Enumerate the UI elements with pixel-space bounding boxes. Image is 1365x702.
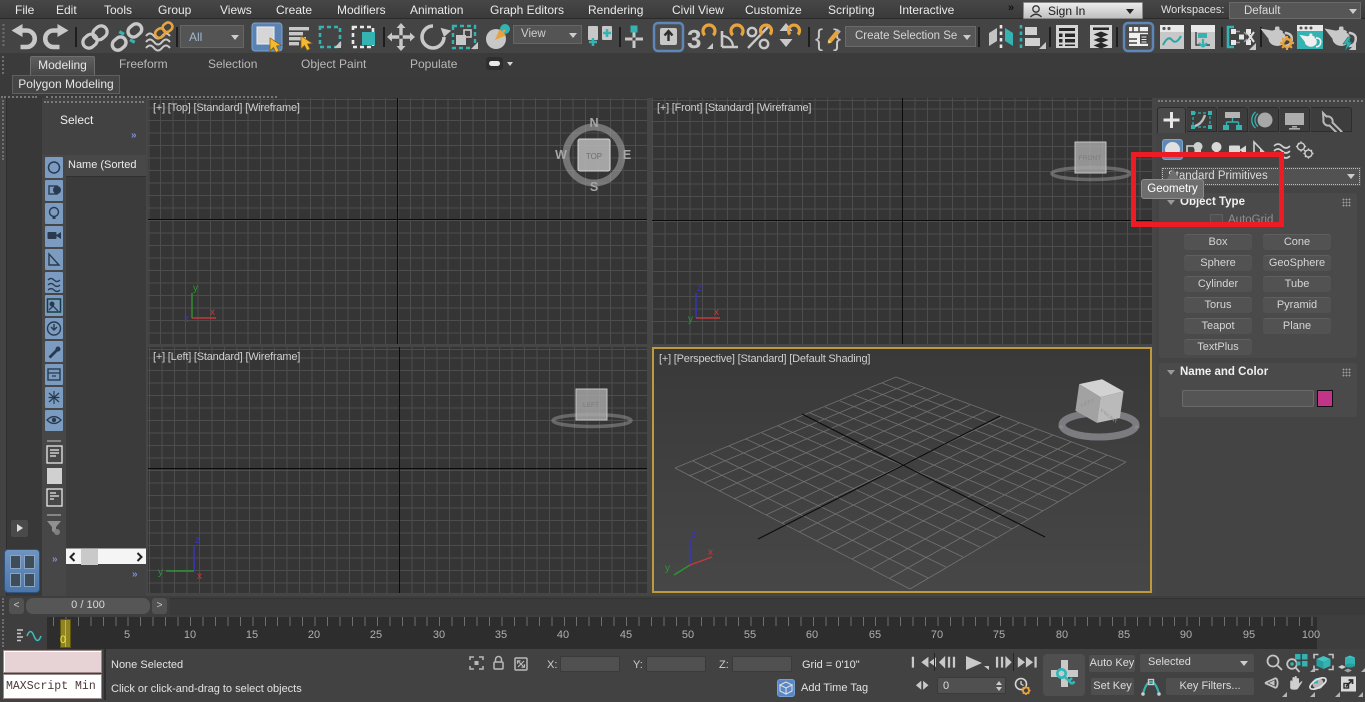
svg-text:x: x bbox=[714, 307, 719, 318]
svg-text:y: y bbox=[665, 563, 670, 574]
svg-text:N: N bbox=[589, 116, 598, 130]
svg-text:TOP: TOP bbox=[586, 152, 602, 161]
svg-text:y: y bbox=[688, 314, 693, 325]
svg-text:x: x bbox=[197, 571, 202, 580]
svg-text:z: z bbox=[691, 529, 696, 540]
svg-text:x: x bbox=[708, 547, 713, 558]
svg-text:z: z bbox=[697, 283, 702, 294]
svg-text:E: E bbox=[623, 148, 631, 162]
svg-text:W: W bbox=[555, 148, 567, 162]
svg-text:S: S bbox=[590, 180, 598, 194]
svg-text:3: 3 bbox=[687, 24, 701, 53]
svg-text:z: z bbox=[184, 314, 189, 325]
svg-text:z: z bbox=[195, 535, 200, 546]
svg-text:{: { bbox=[815, 25, 823, 52]
svg-text:y: y bbox=[158, 567, 163, 578]
svg-text:x: x bbox=[210, 307, 215, 318]
svg-text:LEFT: LEFT bbox=[583, 402, 599, 409]
svg-text:FRONT: FRONT bbox=[1079, 155, 1101, 162]
svg-text:y: y bbox=[193, 283, 198, 294]
